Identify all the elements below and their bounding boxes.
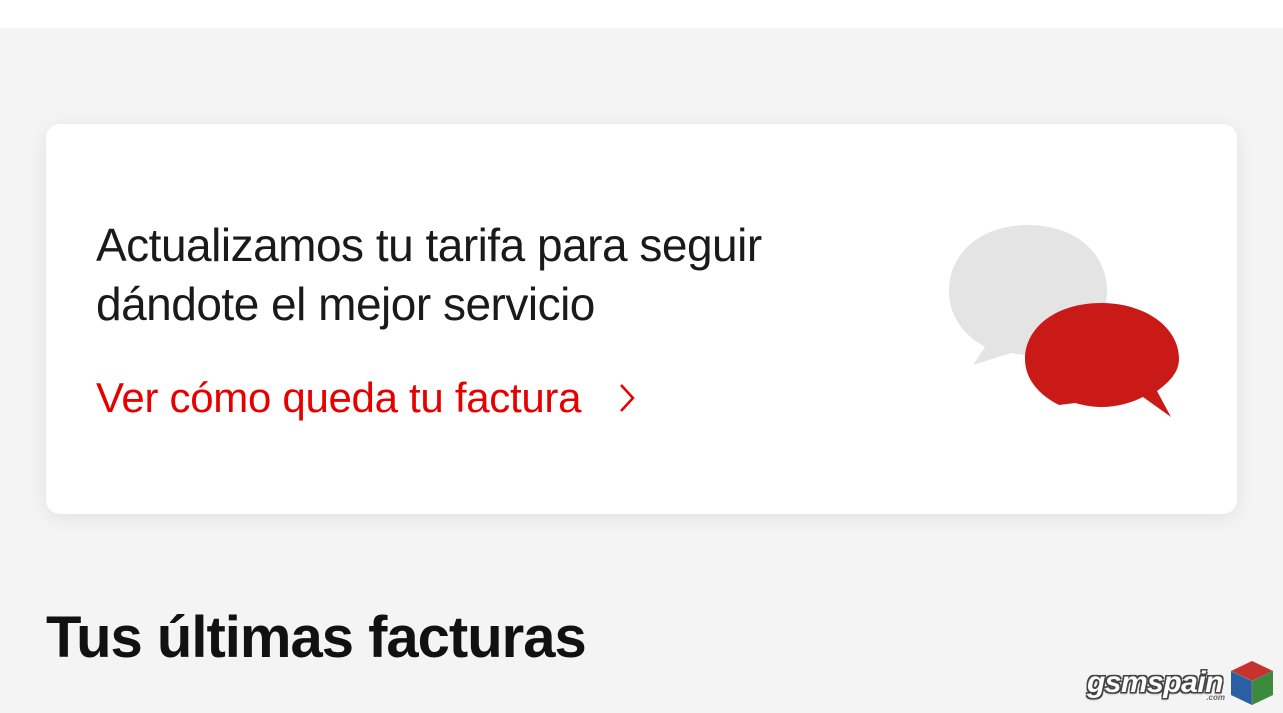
gsmspain-watermark: gsmspain .com (1087, 659, 1277, 707)
view-invoice-link-label: Ver cómo queda tu factura (96, 374, 581, 422)
watermark-suffix: .com (1206, 693, 1225, 702)
page-background: Actualizamos tu tarifa para seguir dándo… (0, 28, 1283, 713)
chevron-right-icon (617, 381, 637, 415)
card-text-block: Actualizamos tu tarifa para seguir dándo… (96, 216, 856, 422)
gsmspain-cube-icon (1227, 659, 1277, 707)
tariff-update-card: Actualizamos tu tarifa para seguir dándo… (46, 124, 1237, 514)
watermark-text: gsmspain (1087, 666, 1223, 699)
top-whitespace (0, 0, 1283, 28)
view-invoice-link[interactable]: Ver cómo queda tu factura (96, 374, 637, 422)
card-title: Actualizamos tu tarifa para seguir dándo… (96, 216, 856, 334)
chat-bubbles-icon (943, 219, 1181, 419)
watermark-text-wrapper: gsmspain .com (1087, 666, 1223, 700)
